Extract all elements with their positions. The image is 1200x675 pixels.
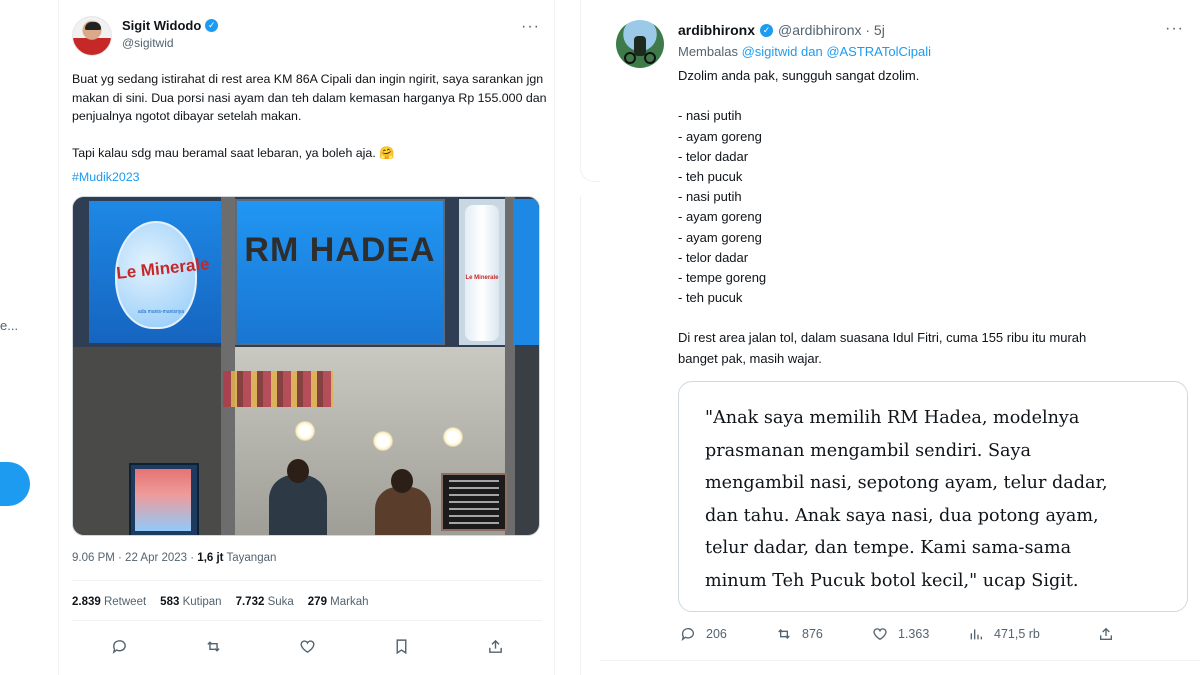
reply-icon — [678, 624, 698, 644]
quote-line: prasmanan mengambil sendiri. Saya — [705, 440, 1031, 461]
restaurant-sign-text: RM HADEA — [244, 231, 436, 269]
tweet-stats: 2.839 Retweet 583 Kutipan 7.732 Suka 279… — [72, 596, 369, 608]
list-item: - ayam goreng — [678, 128, 762, 144]
reply-count: 206 — [706, 627, 727, 641]
truncated-text: e... — [0, 318, 19, 333]
list-item: - ayam goreng — [678, 209, 762, 225]
retweet-count: 876 — [802, 627, 823, 641]
hashtag-link[interactable]: #Mudik2023 — [72, 170, 140, 184]
customer-figure — [375, 487, 431, 535]
author-name[interactable]: ardibhironx — [678, 22, 755, 38]
tweet-actions — [72, 632, 542, 660]
more-options-icon[interactable]: ··· — [521, 18, 540, 36]
views-count: 471,5 rb — [994, 627, 1040, 641]
views-label: Tayangan — [223, 552, 277, 564]
views-chart-icon — [966, 624, 986, 644]
retweet-stat[interactable]: 2.839 Retweet — [72, 596, 146, 608]
tweet-opening: Dzolim anda pak, sungguh sangat dzolim. — [678, 68, 920, 83]
tweet-timestamp[interactable]: 9.06 PM · 22 Apr 2023 · 1,6 jt Tayangan — [72, 552, 276, 564]
views-count: 1,6 jt — [197, 552, 224, 564]
reply-prefix: Membalas — [678, 44, 742, 59]
tweet-closing-2: banget pak, masih wajar. — [678, 350, 822, 366]
like-count: 1.363 — [898, 627, 930, 641]
quote-card[interactable]: "Anak saya memilih RM Hadea, modelnya pr… — [678, 381, 1188, 612]
tweet-paragraph-1: Buat yg sedang istirahat di rest area KM… — [72, 72, 547, 123]
like-button[interactable]: 1.363 — [870, 624, 966, 644]
author-name[interactable]: Sigit Widodo — [122, 18, 201, 33]
timestamp-text[interactable]: 9.06 PM · 22 Apr 2023 · — [72, 552, 197, 564]
tweet-actions: 206 876 1.363 471,5 rb — [678, 624, 1136, 644]
bookmark-icon[interactable] — [387, 632, 415, 660]
restaurant-sign: RM HADEA — [235, 199, 445, 345]
list-item: - ayam goreng — [678, 229, 762, 245]
tweet-closing-1: Di rest area jalan tol, dalam suasana Id… — [678, 330, 1087, 346]
list-item: - tempe goreng — [678, 269, 767, 285]
customer-figure — [269, 475, 327, 535]
le-minerale-sign: Le Minerale ada manis-manisnya — [89, 201, 221, 343]
list-item: - nasi putih — [678, 108, 742, 124]
list-item: - nasi putih — [678, 189, 742, 205]
tweet-body: Dzolim anda pak, sungguh sangat dzolim. … — [678, 66, 1188, 369]
tweet-photo[interactable]: Le Minerale ada manis-manisnya RM HADEA … — [72, 196, 540, 536]
more-options-icon[interactable]: ··· — [1165, 20, 1184, 38]
author-handle[interactable]: @sigitwid — [122, 36, 174, 50]
quote-text: "Anak saya memilih RM Hadea, modelnya pr… — [705, 402, 1175, 598]
quote-line: "Anak saya memilih RM Hadea, modelnya — [705, 408, 1080, 428]
like-icon — [870, 624, 890, 644]
quote-line: mengambil nasi, sepotong ayam, telur dad… — [705, 473, 1108, 494]
tweet-sigit: Sigit Widodo ✓ @sigitwid ··· Buat yg sed… — [58, 0, 555, 675]
like-stat[interactable]: 7.732 Suka — [236, 596, 294, 608]
verified-badge-icon: ✓ — [205, 19, 219, 32]
lamp — [373, 431, 393, 451]
author-name-row[interactable]: Sigit Widodo ✓ — [122, 18, 219, 33]
like-icon[interactable] — [293, 632, 321, 660]
tweet-ardibhironx: ardibhironx ✓ @ardibhironx · 5j ··· Memb… — [580, 0, 1200, 675]
views-button[interactable]: 471,5 rb — [966, 624, 1096, 644]
retweet-icon[interactable] — [199, 632, 227, 660]
quote-line: minum Teh Pucuk botol kecil," ucap Sigit… — [705, 570, 1079, 591]
list-item: - telor dadar — [678, 148, 749, 164]
avatar[interactable] — [616, 20, 664, 68]
quote-line: telur dadar, dan tempe. Kami sama-sama — [705, 538, 1072, 559]
reply-button[interactable]: 206 — [678, 624, 774, 644]
avatar[interactable] — [72, 16, 112, 56]
bottle-graphic: Le Minerale — [465, 205, 499, 341]
verified-badge-icon: ✓ — [760, 23, 774, 37]
bookmark-stat[interactable]: 279 Markah — [308, 596, 369, 608]
reply-icon[interactable] — [105, 632, 133, 660]
bottle-label: Le Minerale — [465, 275, 499, 281]
share-button[interactable] — [1096, 624, 1136, 644]
list-item: - teh pucuk — [678, 168, 743, 184]
compose-button-fragment[interactable] — [0, 462, 30, 506]
share-icon — [1096, 624, 1116, 644]
author-name-row[interactable]: ardibhironx ✓ @ardibhironx · 5j — [678, 22, 885, 38]
tweet-paragraph-2: Tapi kalau sdg mau beramal saat lebaran,… — [72, 145, 395, 160]
author-handle[interactable]: @ardibhironx · 5j — [778, 22, 885, 38]
reply-context: Membalas @sigitwid dan @ASTRATolCipali — [678, 44, 931, 59]
quote-stat[interactable]: 583 Kutipan — [160, 596, 221, 608]
share-icon[interactable] — [481, 632, 509, 660]
quote-line: dan tahu. Anak saya nasi, dua potong aya… — [705, 505, 1099, 526]
menu-board — [441, 473, 507, 531]
tweet-body: Buat yg sedang istirahat di rest area KM… — [72, 70, 552, 180]
lamp — [295, 421, 315, 441]
retweet-button[interactable]: 876 — [774, 624, 870, 644]
retweet-icon — [774, 624, 794, 644]
reply-mentions-link[interactable]: @sigitwid dan @ASTRATolCipali — [742, 44, 931, 59]
hanging-snacks — [223, 371, 333, 407]
lamp — [443, 427, 463, 447]
list-item: - telor dadar — [678, 249, 749, 265]
le-minerale-tagline: ada manis-manisnya — [137, 309, 185, 315]
list-item: - teh pucuk — [678, 290, 743, 306]
